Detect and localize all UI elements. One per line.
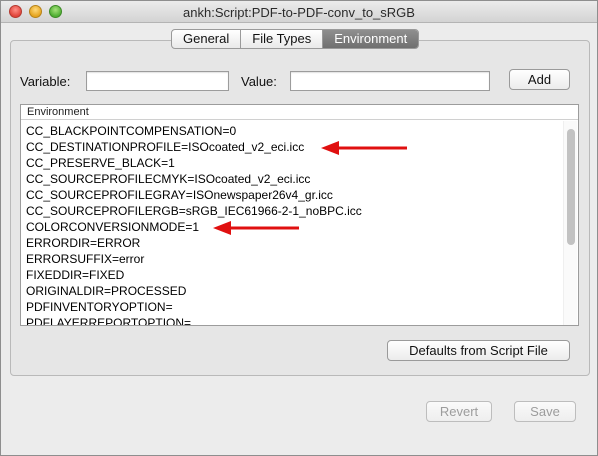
tab-environment[interactable]: Environment	[323, 30, 419, 48]
value-label: Value:	[241, 74, 277, 89]
window-title: ankh:Script:PDF-to-PDF-conv_to_sRGB	[183, 5, 415, 20]
tab-bar: General File Types Environment	[171, 29, 420, 49]
scrollbar-thumb[interactable]	[567, 129, 575, 245]
env-row[interactable]: CC_SOURCEPROFILEGRAY=ISOnewspaper26v4_gr…	[26, 187, 362, 203]
vertical-scrollbar[interactable]	[563, 121, 577, 325]
save-button[interactable]: Save	[514, 401, 576, 422]
annotation-arrow-icon	[321, 141, 407, 155]
annotation-arrow-icon	[213, 221, 299, 235]
env-row[interactable]: PDFLAYERREPORTOPTION=	[26, 315, 362, 325]
app-window: ankh:Script:PDF-to-PDF-conv_to_sRGB Gene…	[0, 0, 598, 456]
env-row[interactable]: CC_PRESERVE_BLACK=1	[26, 155, 362, 171]
tab-file-types[interactable]: File Types	[241, 30, 324, 48]
variable-label: Variable:	[20, 74, 71, 89]
env-row[interactable]: CC_SOURCEPROFILECMYK=ISOcoated_v2_eci.ic…	[26, 171, 362, 187]
env-row[interactable]: PDFINVENTORYOPTION=	[26, 299, 362, 315]
env-row[interactable]: CC_DESTINATIONPROFILE=ISOcoated_v2_eci.i…	[26, 139, 362, 155]
title-bar: ankh:Script:PDF-to-PDF-conv_to_sRGB	[1, 1, 597, 23]
environment-list-header: Environment	[21, 105, 578, 120]
revert-button[interactable]: Revert	[426, 401, 492, 422]
add-button[interactable]: Add	[509, 69, 570, 90]
variable-input[interactable]	[86, 71, 229, 91]
defaults-from-script-file-button[interactable]: Defaults from Script File	[387, 340, 570, 361]
env-row[interactable]: CC_BLACKPOINTCOMPENSATION=0	[26, 123, 362, 139]
env-row[interactable]: ORIGINALDIR=PROCESSED	[26, 283, 362, 299]
environment-rows: CC_BLACKPOINTCOMPENSATION=0 CC_DESTINATI…	[26, 123, 362, 325]
env-row[interactable]: FIXEDDIR=FIXED	[26, 267, 362, 283]
env-row[interactable]: ERRORSUFFIX=error	[26, 251, 362, 267]
tab-general[interactable]: General	[172, 30, 242, 48]
value-input[interactable]	[290, 71, 490, 91]
env-row[interactable]: CC_SOURCEPROFILERGB=sRGB_IEC61966-2-1_no…	[26, 203, 362, 219]
env-row[interactable]: COLORCONVERSIONMODE=1	[26, 219, 362, 235]
environment-list[interactable]: Environment CC_BLACKPOINTCOMPENSATION=0 …	[20, 104, 579, 326]
env-row[interactable]: ERRORDIR=ERROR	[26, 235, 362, 251]
